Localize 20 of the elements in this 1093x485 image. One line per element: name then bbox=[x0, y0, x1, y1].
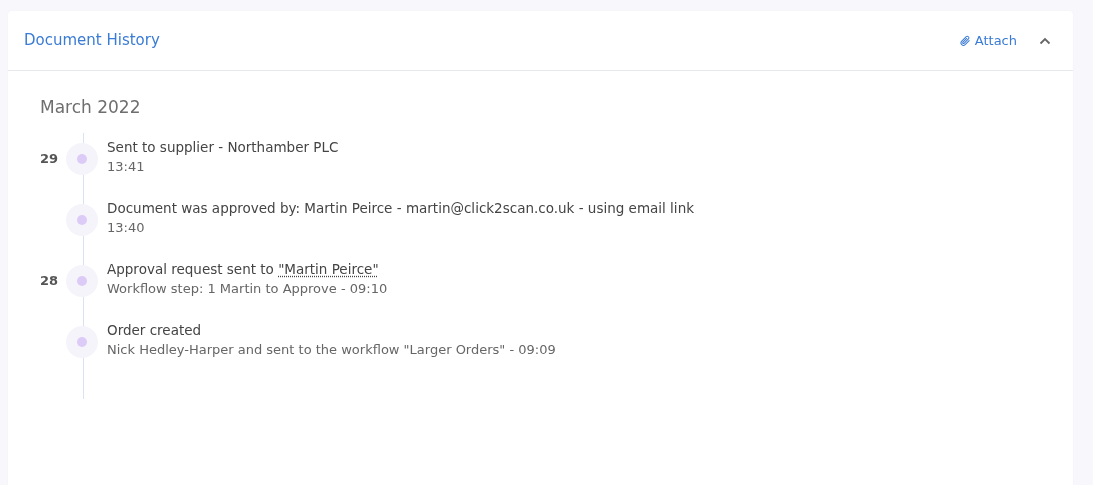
timeline-marker bbox=[66, 265, 98, 298]
timeline-marker bbox=[66, 143, 98, 176]
chevron-up-icon bbox=[1039, 37, 1051, 45]
day-number: 29 bbox=[40, 151, 59, 167]
tooltip-link[interactable]: "Martin Peirce" bbox=[278, 261, 379, 278]
event-title: Sent to supplier - Northamber PLC bbox=[107, 138, 339, 158]
paperclip-icon bbox=[959, 34, 971, 47]
event-detail: Nick Hedley-Harper and sent to the workflow "Larger Orders" - 09:09 bbox=[107, 341, 556, 360]
timeline-marker bbox=[66, 326, 98, 359]
day-number: 28 bbox=[40, 273, 59, 289]
event-detail: Workflow step: 1 Martin to Approve - 09:10 bbox=[107, 280, 388, 299]
event-detail: 13:40 bbox=[107, 219, 146, 238]
attach-button[interactable]: Attach bbox=[959, 30, 1017, 51]
timeline-marker bbox=[66, 204, 98, 237]
event-title: Approval request sent to "Martin Peirce" bbox=[107, 260, 380, 280]
card-title: Document History bbox=[24, 30, 160, 52]
event-detail: 13:41 bbox=[107, 158, 146, 177]
month-heading: March 2022 bbox=[39, 96, 142, 118]
event-title: Order created bbox=[107, 321, 203, 341]
event-title: Document was approved by: Martin Peirce - martin@click2scan.co.uk - using email link bbox=[107, 199, 694, 219]
